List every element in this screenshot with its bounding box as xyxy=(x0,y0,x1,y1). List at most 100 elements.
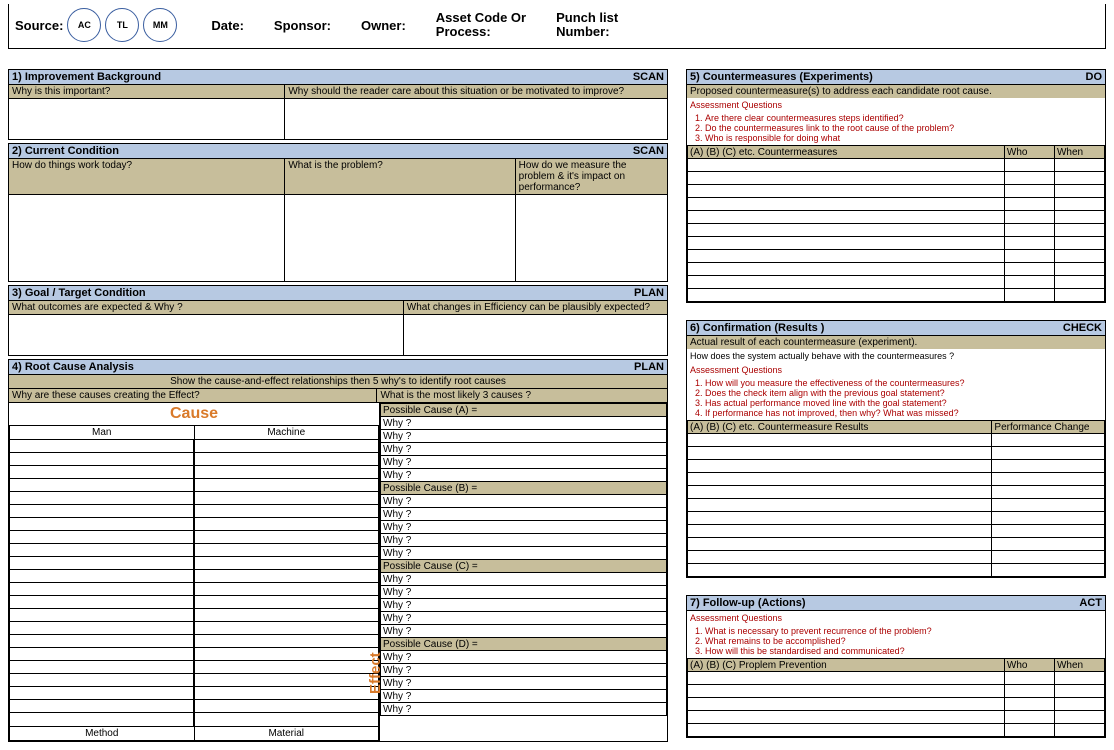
asset-line1: Asset Code Or xyxy=(436,10,526,25)
punch-line1: Punch list xyxy=(556,10,618,25)
why-cell[interactable]: Why ? xyxy=(381,443,667,456)
top-bar: Source: AC TL MM Date: Sponsor: Owner: A… xyxy=(8,4,1106,49)
s3-q1: What outcomes are expected & Why ? xyxy=(9,301,404,314)
s6-table[interactable]: (A) (B) (C) etc. Countermeasure Results … xyxy=(687,420,1105,577)
s7-table[interactable]: (A) (B) (C) Proplem Prevention Who When xyxy=(687,658,1105,737)
cause-d-label: Possible Cause (D) = xyxy=(381,638,667,651)
table-row xyxy=(688,685,1105,698)
table-row xyxy=(688,447,1105,460)
section-1: 1) Improvement Background SCAN Why is th… xyxy=(8,69,668,140)
source-circle-mm[interactable]: MM xyxy=(143,8,177,42)
section-6-tag: CHECK xyxy=(1063,322,1102,334)
why-table[interactable]: Possible Cause (A) = Why ? Why ? Why ? W… xyxy=(380,403,667,716)
why-cell[interactable]: Why ? xyxy=(381,651,667,664)
table-row xyxy=(688,198,1105,211)
table-row xyxy=(688,224,1105,237)
section-1-title: 1) Improvement Background xyxy=(12,71,161,83)
fish-bottom-method: Method xyxy=(10,727,195,740)
section-2-questions: How do things work today? What is the pr… xyxy=(9,159,667,195)
table-row xyxy=(688,486,1105,499)
section-1-header: 1) Improvement Background SCAN xyxy=(9,70,667,85)
why-cell[interactable]: Why ? xyxy=(381,690,667,703)
source-circle-ac[interactable]: AC xyxy=(67,8,101,42)
a3-template-page: Source: AC TL MM Date: Sponsor: Owner: A… xyxy=(0,0,1114,750)
table-row xyxy=(688,263,1105,276)
owner-label: Owner: xyxy=(361,18,406,33)
s6-sub: Actual result of each countermeasure (ex… xyxy=(687,336,1105,349)
why-cell[interactable]: Why ? xyxy=(381,573,667,586)
section-3-title: 3) Goal / Target Condition xyxy=(12,287,146,299)
punch-line2: Number: xyxy=(556,24,609,39)
fishbone-spine xyxy=(193,440,195,726)
why-cell[interactable]: Why ? xyxy=(381,495,667,508)
why-cell[interactable]: Why ? xyxy=(381,417,667,430)
s7-assess-1: What is necessary to prevent recurrence … xyxy=(705,626,1105,636)
s6-assess-title: Assessment Questions xyxy=(687,363,1105,377)
section-6-header: 6) Confirmation (Results ) CHECK xyxy=(687,321,1105,336)
s3-q2: What changes in Efficiency can be plausi… xyxy=(404,301,667,314)
section-4-tag: PLAN xyxy=(634,361,664,373)
table-row xyxy=(688,551,1105,564)
source-circle-tl[interactable]: TL xyxy=(105,8,139,42)
fish-top-man: Man xyxy=(10,426,195,439)
why-cell[interactable]: Why ? xyxy=(381,703,667,716)
table-row xyxy=(688,237,1105,250)
why-cell[interactable]: Why ? xyxy=(381,534,667,547)
s6-assess-3: Has actual performance moved line with t… xyxy=(705,398,1105,408)
why-cell[interactable]: Why ? xyxy=(381,677,667,690)
fish-bottom-headers: Method Material xyxy=(9,727,379,741)
s5-col-main: (A) (B) (C) etc. Countermeasures xyxy=(688,146,1005,159)
s7-assess-list: What is necessary to prevent recurrence … xyxy=(705,626,1105,656)
why-cell[interactable]: Why ? xyxy=(381,547,667,560)
table-row xyxy=(688,159,1105,172)
why-cell[interactable]: Why ? xyxy=(381,430,667,443)
columns: 1) Improvement Background SCAN Why is th… xyxy=(8,69,1106,742)
why-cell[interactable]: Why ? xyxy=(381,469,667,482)
table-row xyxy=(688,672,1105,685)
why-cell[interactable]: Why ? xyxy=(381,508,667,521)
s6-assess-1: How will you measure the effectiveness o… xyxy=(705,378,1105,388)
section-4-questions: Why are these causes creating the Effect… xyxy=(9,389,667,403)
section-7-tag: ACT xyxy=(1079,597,1102,609)
why-cell[interactable]: Why ? xyxy=(381,625,667,638)
why-cell[interactable]: Why ? xyxy=(381,612,667,625)
asset-code-label: Asset Code Or Process: xyxy=(436,11,526,40)
s5-sub: Proposed countermeasure(s) to address ea… xyxy=(687,85,1105,98)
why-cell[interactable]: Why ? xyxy=(381,456,667,469)
s6-note: How does the system actually behave with… xyxy=(687,349,1105,363)
why-cell[interactable]: Why ? xyxy=(381,586,667,599)
section-1-questions: Why is this important? Why should the re… xyxy=(9,85,667,99)
section-6: 6) Confirmation (Results ) CHECK Actual … xyxy=(686,320,1106,578)
s3-body[interactable] xyxy=(9,315,667,355)
why-cell[interactable]: Why ? xyxy=(381,599,667,612)
cause-a-label: Possible Cause (A) = xyxy=(381,404,667,417)
table-row xyxy=(688,289,1105,302)
s5-assess-2: Do the countermeasures link to the root … xyxy=(705,123,1105,133)
s5-table[interactable]: (A) (B) (C) etc. Countermeasures Who Whe… xyxy=(687,145,1105,302)
left-column: 1) Improvement Background SCAN Why is th… xyxy=(8,69,668,742)
s1-q1: Why is this important? xyxy=(9,85,285,98)
section-4-title: 4) Root Cause Analysis xyxy=(12,361,134,373)
s4-qright: What is the most likely 3 causes ? xyxy=(377,389,667,402)
s2-q3: How do we measure the problem & it's imp… xyxy=(516,159,667,194)
section-3: 3) Goal / Target Condition PLAN What out… xyxy=(8,285,668,356)
fish-top-machine: Machine xyxy=(195,426,379,439)
s1-q2: Why should the reader care about this si… xyxy=(285,85,667,98)
table-row xyxy=(688,185,1105,198)
s2-q1: How do things work today? xyxy=(9,159,285,194)
fishbone-grid[interactable] xyxy=(9,439,379,727)
why-cell[interactable]: Why ? xyxy=(381,664,667,677)
s2-q2: What is the problem? xyxy=(285,159,515,194)
s1-body[interactable] xyxy=(9,99,667,139)
table-row xyxy=(688,434,1105,447)
section-7-title: 7) Follow-up (Actions) xyxy=(690,597,805,609)
section-5: 5) Countermeasures (Experiments) DO Prop… xyxy=(686,69,1106,303)
s5-assess-1: Are there clear countermeasures steps id… xyxy=(705,113,1105,123)
why-cell[interactable]: Why ? xyxy=(381,521,667,534)
table-row xyxy=(688,512,1105,525)
section-4: 4) Root Cause Analysis PLAN Show the cau… xyxy=(8,359,668,742)
s2-body[interactable] xyxy=(9,195,667,281)
section-2-title: 2) Current Condition xyxy=(12,145,119,157)
section-2-header: 2) Current Condition SCAN xyxy=(9,144,667,159)
s6-assess-2: Does the check item align with the previ… xyxy=(705,388,1105,398)
